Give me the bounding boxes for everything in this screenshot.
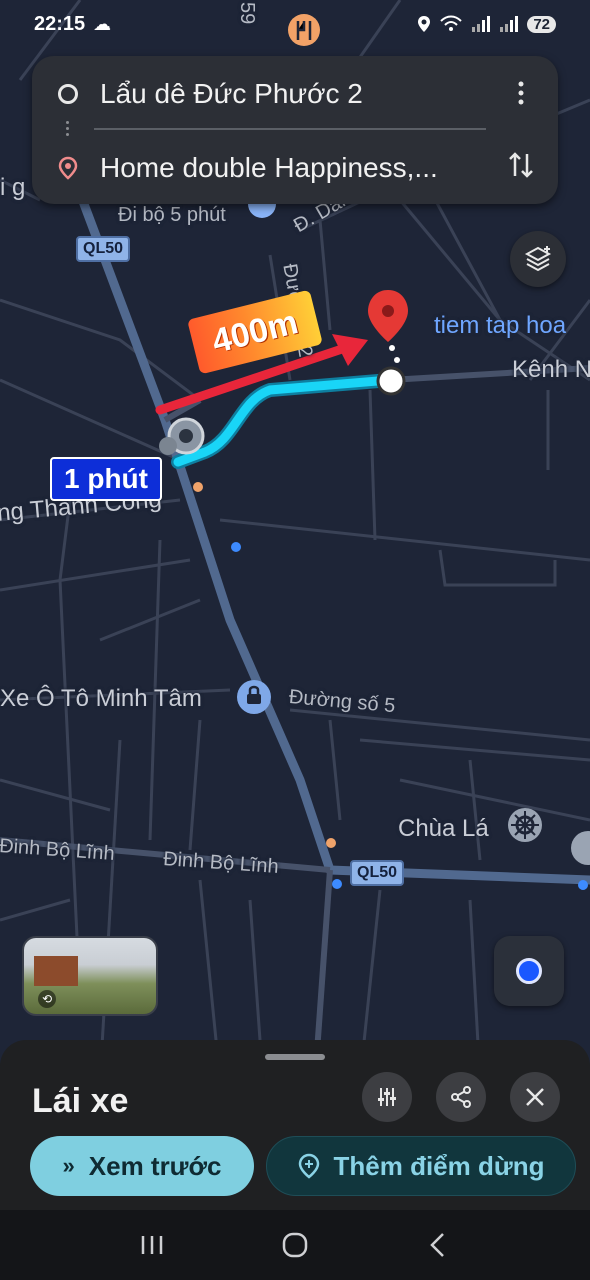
close-icon [526, 1088, 544, 1106]
card-divider [94, 128, 486, 130]
add-stop-label: Thêm điểm dừng [333, 1150, 545, 1181]
double-chevron-icon: » [62, 1153, 75, 1178]
back-button[interactable] [418, 1225, 458, 1265]
swap-button[interactable] [506, 150, 536, 180]
signal-icon-1 [472, 16, 491, 32]
recents-icon [141, 1236, 162, 1254]
status-time: 22:15 [34, 12, 86, 35]
map-label-walk-time: Đi bộ 5 phút [118, 204, 226, 226]
origin-row[interactable]: Lẩu dê Đức Phước 2 [58, 74, 538, 114]
origin-field[interactable]: Lẩu dê Đức Phước 2 [100, 78, 480, 110]
destination-row[interactable]: Home double Happiness,... [58, 148, 538, 188]
tune-icon [378, 1088, 396, 1106]
map-label-gi: i g [0, 174, 26, 201]
street-view-thumbnail[interactable]: ⟲ [22, 936, 158, 1016]
drag-handle[interactable] [265, 1054, 325, 1060]
travel-mode-title: Lái xe [32, 1082, 129, 1120]
share-button[interactable] [436, 1072, 486, 1122]
close-button[interactable] [510, 1072, 560, 1122]
road-shield-ql50-top: QL50 [76, 236, 131, 262]
add-stop-button[interactable]: Thêm điểm dừng [266, 1136, 576, 1196]
add-location-icon [298, 1153, 319, 1179]
storefront-image [34, 956, 78, 986]
temple-poi-icon [508, 808, 542, 842]
preview-label: Xem trước [88, 1150, 222, 1181]
map-label-tiem-tap-hoa[interactable]: tiem tap hoa [434, 312, 566, 340]
destination-pin-small-icon [58, 156, 78, 180]
swap-vert-icon [509, 152, 533, 178]
car-dealer-poi-icon [237, 680, 271, 714]
layers-icon [524, 246, 552, 272]
recent-apps-button[interactable] [132, 1225, 172, 1265]
origin-circle-icon [58, 84, 78, 104]
duration-badge: 1 phút [50, 457, 162, 501]
cloud-icon: ☁ [93, 13, 112, 34]
map-label-chua-la[interactable]: Chùa Lá [398, 815, 489, 843]
battery-level: 72 [527, 15, 556, 33]
my-location-icon [516, 958, 542, 984]
wifi-icon [440, 15, 463, 31]
signal-icon-2 [500, 16, 519, 32]
route-dots-icon [66, 118, 70, 139]
directions-card: Lẩu dê Đức Phước 2 Home double Happiness… [32, 56, 558, 204]
home-button[interactable] [275, 1225, 315, 1265]
map-label-kenh: Kênh N [512, 356, 590, 383]
system-nav-bar [0, 1210, 590, 1280]
location-status-icon [418, 16, 431, 32]
bottom-sheet: Lái xe » Xem trước Thêm điểm dừng [0, 1040, 590, 1210]
school-poi-icon [571, 831, 590, 865]
preview-button[interactable]: » Xem trước [30, 1136, 254, 1196]
more-vert-icon [518, 81, 524, 105]
more-options-button[interactable] [506, 78, 536, 108]
home-icon [282, 1232, 308, 1258]
map-label-minh-tam[interactable]: Xe Ô Tô Minh Tâm [0, 685, 202, 713]
status-bar: 22:15 ☁ 72 [0, 0, 590, 48]
my-location-button[interactable] [494, 936, 564, 1006]
rotate-360-icon: ⟲ [38, 990, 56, 1008]
destination-field[interactable]: Home double Happiness,... [100, 152, 480, 184]
share-icon [451, 1086, 471, 1108]
back-icon [430, 1233, 445, 1257]
road-shield-ql50-bottom: QL50 [350, 860, 405, 886]
layers-button[interactable] [510, 231, 566, 287]
route-options-button[interactable] [362, 1072, 412, 1122]
